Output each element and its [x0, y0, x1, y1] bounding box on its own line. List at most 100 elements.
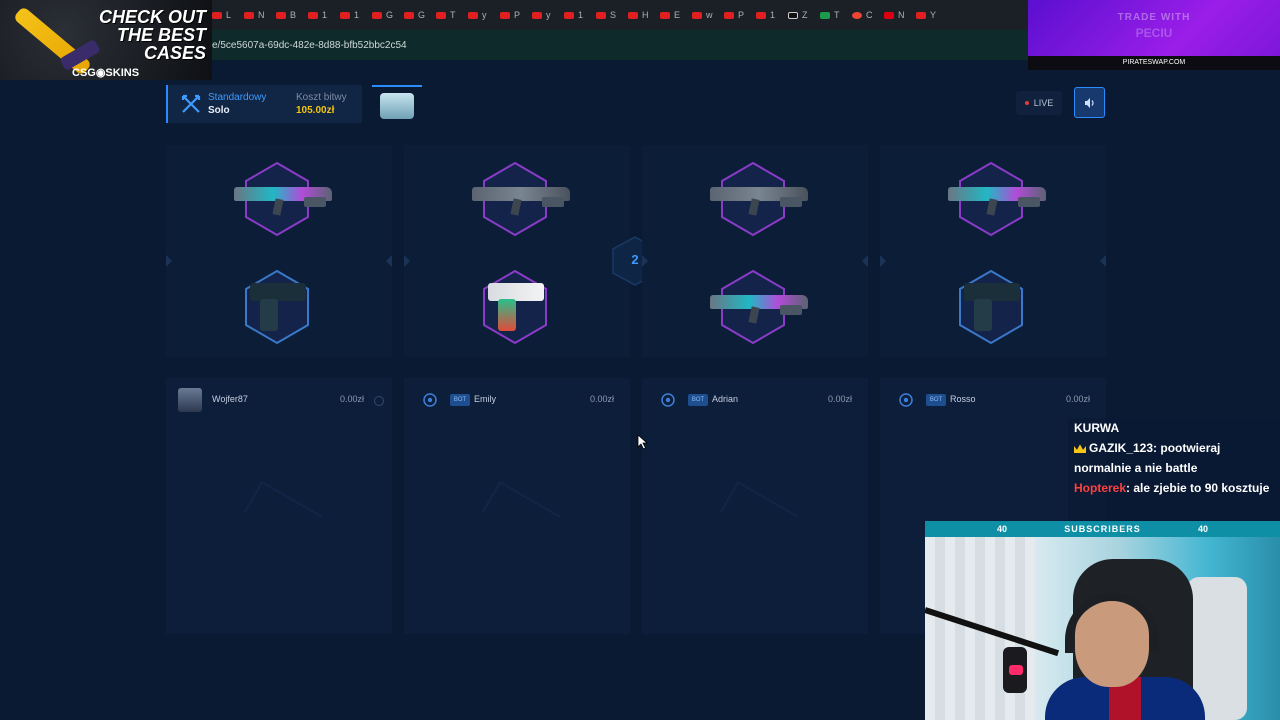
youtube-icon	[564, 11, 574, 19]
browser-tab[interactable]: Y	[916, 6, 942, 24]
browser-tab[interactable]: T	[436, 6, 462, 24]
player-row: BOT Rosso 0.00zł	[880, 386, 1106, 414]
browser-tab[interactable]: P	[724, 6, 750, 24]
browser-tab[interactable]: G	[372, 6, 398, 24]
promo-banner: CHECK OUT THE BEST CASES CSG◉SKINS	[0, 0, 212, 80]
browser-tab[interactable]: G	[404, 6, 430, 24]
youtube-icon	[724, 11, 734, 19]
browser-tab[interactable]: 1	[340, 6, 366, 24]
subscribers-label: SUBSCRIBERS	[1064, 524, 1141, 534]
arrow-right-icon	[386, 255, 392, 267]
sound-toggle-button[interactable]	[1074, 87, 1105, 118]
youtube-icon	[212, 11, 222, 19]
browser-tab[interactable]: L	[212, 6, 238, 24]
browser-tab[interactable]: N	[244, 6, 270, 24]
player-card-1: Wojfer87 0.00zł	[166, 378, 392, 634]
bot-badge: BOT	[450, 394, 470, 406]
pistol-weapon-icon	[488, 283, 544, 301]
chat-text: : ale zjebie to 90 kosztuje	[1126, 481, 1270, 495]
item-slot	[472, 161, 570, 241]
stock-graphic	[1018, 197, 1040, 207]
arrow-left-icon	[404, 255, 410, 267]
speaker-icon	[1084, 97, 1094, 108]
tiktok-icon	[788, 11, 798, 19]
pistol-grip-graphic	[498, 299, 516, 331]
promo-line: CHECK OUT	[99, 7, 206, 27]
player-card-3: BOT Adrian 0.00zł	[642, 378, 868, 634]
player-column-2	[404, 145, 630, 357]
status-circle-icon	[374, 396, 384, 406]
promo-brand: CSG◉SKINS	[72, 67, 140, 79]
youtube-icon	[436, 11, 446, 19]
browser-tab[interactable]: y	[468, 6, 494, 24]
player-column-1	[166, 145, 392, 357]
pistol-grip-graphic	[260, 299, 278, 331]
placeholder-weapon-icon	[481, 480, 561, 548]
browser-tab[interactable]: B	[276, 6, 302, 24]
chat-username: Hopterek	[1074, 481, 1127, 495]
player-value: 0.00zł	[339, 394, 364, 404]
player-column-4	[880, 145, 1106, 357]
youtube-icon	[756, 11, 766, 19]
stock-graphic	[780, 305, 802, 315]
browser-tab[interactable]: 1	[756, 6, 782, 24]
youtube-icon	[916, 11, 926, 19]
promo-line: THE BEST	[116, 25, 206, 45]
sponsor-title: TRADE WITH	[1117, 12, 1191, 23]
pistol-weapon-icon	[964, 283, 1020, 301]
subscriber-goal: 40	[1197, 524, 1208, 534]
case-thumbnail[interactable]	[372, 85, 422, 123]
player-row: Wojfer87 0.00zł	[166, 386, 392, 414]
map-pin-icon	[852, 11, 862, 19]
live-dot-icon	[1024, 101, 1029, 105]
browser-tab[interactable]: 1	[564, 6, 590, 24]
avatar[interactable]	[178, 388, 202, 412]
youtube-icon	[500, 11, 510, 19]
battle-mode-type: Solo	[208, 105, 230, 116]
youtube-icon	[692, 11, 702, 19]
mouse-cursor-icon	[637, 434, 649, 450]
target-icon	[423, 393, 437, 407]
subscribers-bar: 40 SUBSCRIBERS 40	[925, 521, 1280, 537]
item-slot	[234, 269, 314, 349]
placeholder-weapon-icon	[243, 480, 323, 548]
player-name[interactable]: Emily	[474, 394, 496, 404]
browser-tab[interactable]: P	[500, 6, 526, 24]
youtube-icon	[308, 11, 318, 19]
arrow-left-icon	[166, 255, 172, 267]
player-name[interactable]: Adrian	[712, 394, 738, 404]
browser-tab[interactable]: S	[596, 6, 622, 24]
browser-tab[interactable]: H	[628, 6, 654, 24]
youtube-icon	[468, 11, 478, 19]
youtube-icon	[372, 11, 382, 19]
browser-tab[interactable]: N	[884, 6, 910, 24]
youtube-icon	[628, 11, 638, 19]
arrow-left-icon	[642, 255, 648, 267]
u-logo-icon	[884, 11, 894, 19]
target-icon	[661, 393, 675, 407]
browser-tab[interactable]: Z	[788, 6, 814, 24]
browser-tab[interactable]: 1	[308, 6, 334, 24]
chat-username: GAZIK_123	[1089, 441, 1154, 455]
arrow-right-icon	[1100, 255, 1106, 267]
case-icon	[380, 93, 414, 119]
youtube-icon	[660, 11, 670, 19]
player-name[interactable]: Wojfer87	[212, 394, 248, 404]
mic-light-graphic	[1009, 665, 1023, 675]
bot-badge: BOT	[688, 394, 708, 406]
pistol-weapon-icon	[250, 283, 306, 301]
bot-badge: BOT	[926, 394, 946, 406]
youtube-icon	[244, 11, 254, 19]
browser-tab[interactable]: y	[532, 6, 558, 24]
player-value: 0.00zł	[827, 394, 852, 404]
browser-tab[interactable]: E	[660, 6, 686, 24]
arrow-right-icon	[862, 255, 868, 267]
browser-tab[interactable]: w	[692, 6, 718, 24]
browser-tab[interactable]: C	[852, 6, 878, 24]
player-value: 0.00zł	[1065, 394, 1090, 404]
youtube-icon	[532, 11, 542, 19]
sheets-icon	[820, 11, 830, 19]
browser-tab[interactable]: T	[820, 6, 846, 24]
player-name[interactable]: Rosso	[950, 394, 976, 404]
target-icon	[899, 393, 913, 407]
